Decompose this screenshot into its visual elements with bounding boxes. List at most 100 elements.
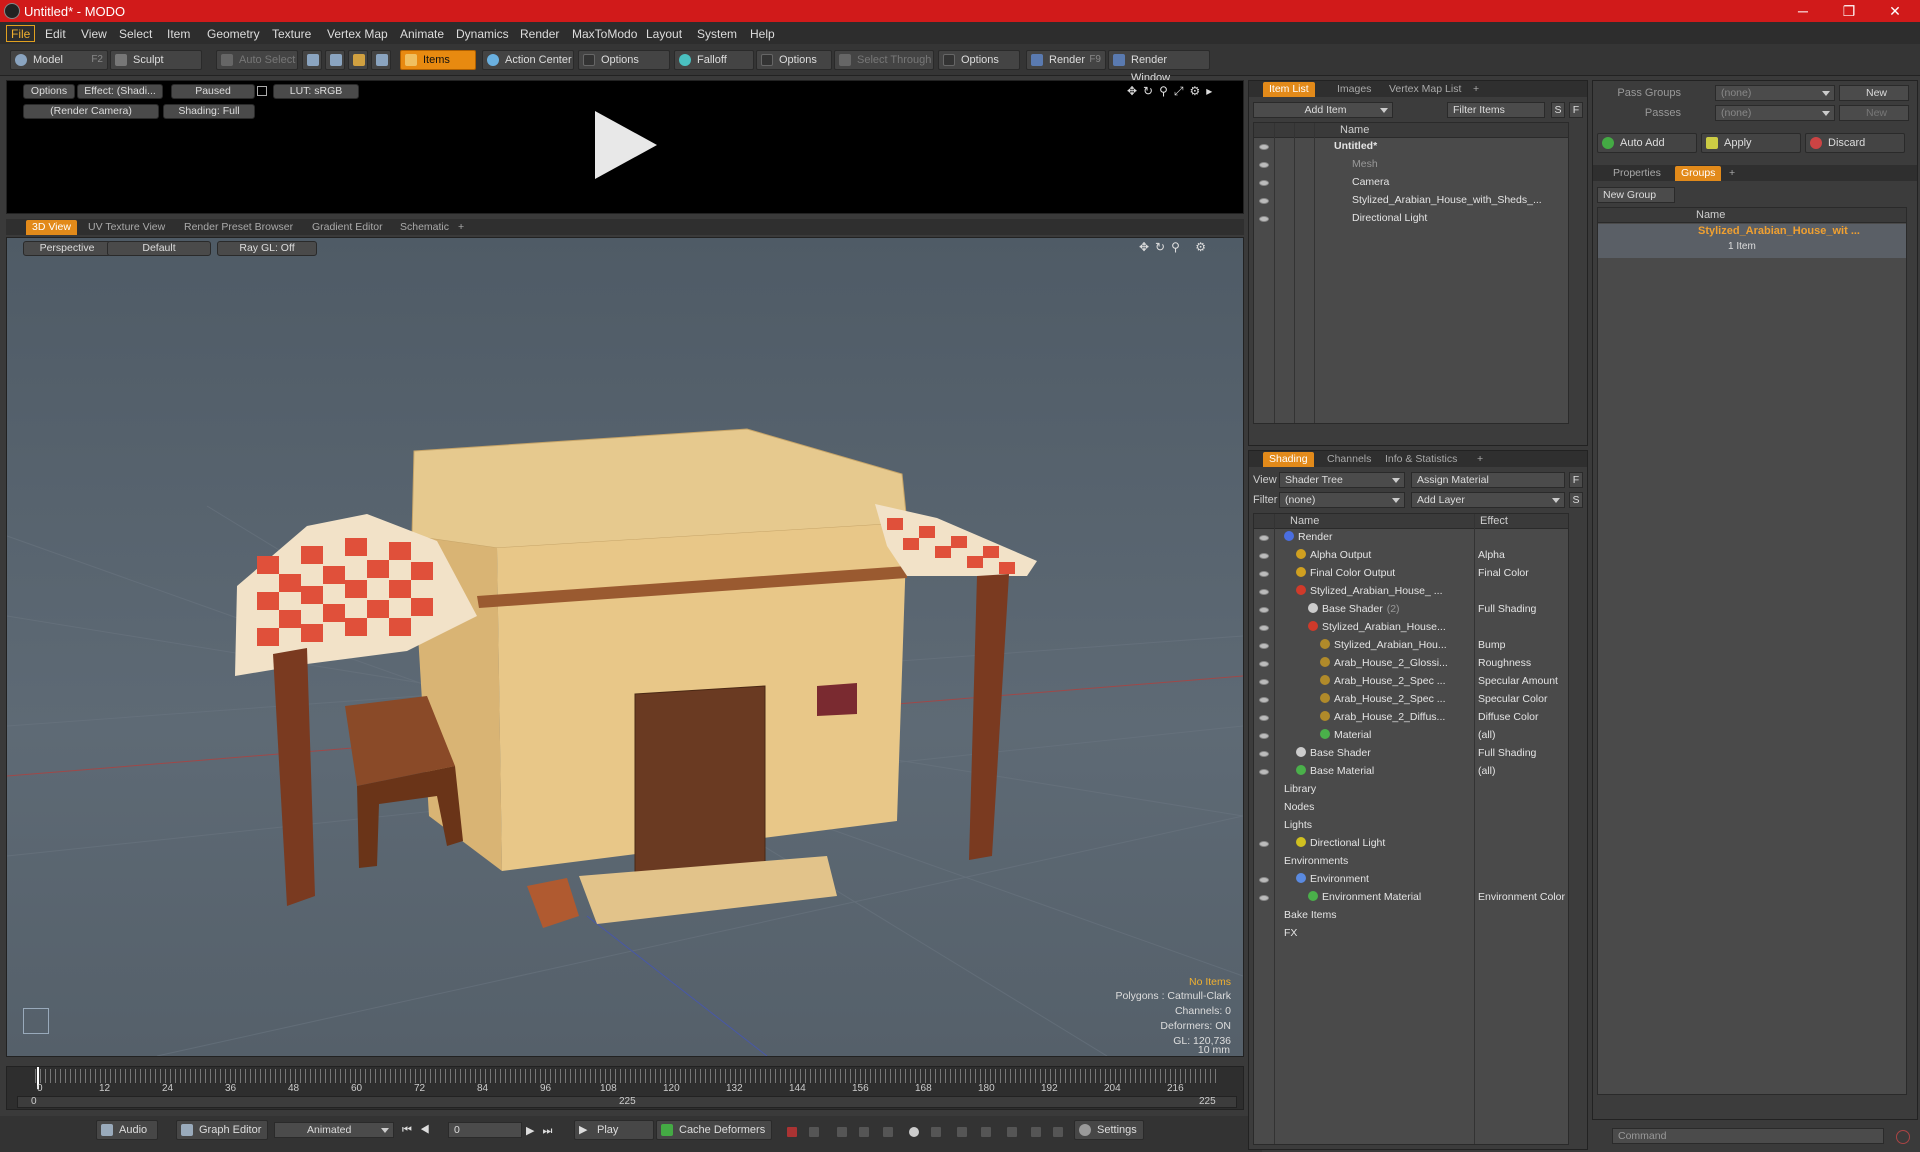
close-button[interactable]: ✕ bbox=[1872, 0, 1918, 22]
menu-maxtomodo[interactable]: MaxToModo bbox=[567, 25, 642, 42]
current-frame-field[interactable]: 0 bbox=[448, 1122, 522, 1138]
shader-tree-row[interactable]: FX bbox=[1284, 926, 1472, 941]
projection-dropdown[interactable]: Perspective bbox=[23, 241, 111, 256]
visibility-eye-icon[interactable] bbox=[1259, 535, 1269, 541]
shader-tree-row[interactable]: Nodes bbox=[1284, 800, 1472, 815]
visibility-eye-icon[interactable] bbox=[1259, 589, 1269, 595]
record-key-icon[interactable] bbox=[786, 1126, 798, 1138]
key-icon[interactable] bbox=[882, 1126, 894, 1138]
new-pass-button[interactable]: New bbox=[1839, 105, 1909, 121]
audio-button[interactable]: Audio bbox=[96, 1120, 158, 1140]
item-list-row[interactable]: Camera bbox=[1352, 175, 1564, 190]
tab-images[interactable]: Images bbox=[1331, 82, 1377, 97]
menu-item[interactable]: Item bbox=[162, 25, 195, 42]
visibility-eye-icon[interactable] bbox=[1259, 895, 1269, 901]
menu-system[interactable]: System bbox=[692, 25, 742, 42]
effect-dropdown[interactable]: Effect: (Shadi... bbox=[77, 84, 163, 99]
menu-animate[interactable]: Animate bbox=[395, 25, 449, 42]
shader-effect-dropdown[interactable]: Diffuse Color bbox=[1478, 710, 1539, 725]
animated-dropdown[interactable]: Animated bbox=[274, 1122, 394, 1138]
visibility-eye-icon[interactable] bbox=[1259, 162, 1269, 168]
visibility-eye-icon[interactable] bbox=[1259, 144, 1269, 150]
shader-effect-dropdown[interactable]: Final Color bbox=[1478, 566, 1529, 581]
shader-effect-dropdown[interactable]: Specular Color bbox=[1478, 692, 1547, 707]
model-mode-button[interactable]: Model F2 bbox=[10, 50, 108, 70]
action-center-options-button[interactable]: Options bbox=[578, 50, 670, 70]
audio-sync-icon[interactable] bbox=[1006, 1126, 1018, 1138]
shader-tree-row[interactable]: Stylized_Arabian_House... bbox=[1308, 620, 1472, 635]
shader-tree-row[interactable]: Environment Material bbox=[1308, 890, 1472, 905]
visibility-eye-icon[interactable] bbox=[1259, 841, 1269, 847]
filter-s-button[interactable]: S bbox=[1551, 102, 1565, 118]
visibility-eye-icon[interactable] bbox=[1259, 877, 1269, 883]
group-row[interactable]: Stylized_Arabian_House_wit ... 1 Item bbox=[1598, 224, 1906, 258]
item-list-row[interactable]: Stylized_Arabian_House_with_Sheds_... bbox=[1352, 193, 1564, 208]
visibility-eye-icon[interactable] bbox=[1259, 625, 1269, 631]
play-icon[interactable] bbox=[595, 111, 657, 179]
shader-tree-row[interactable]: Arab_House_2_Glossi... bbox=[1320, 656, 1472, 671]
shader-tree-row[interactable]: Lights bbox=[1284, 818, 1472, 833]
preview-view-controls[interactable]: ✥↻⚲⤢⚙▸ bbox=[1127, 84, 1237, 98]
timeline[interactable]: 0 12 24 36 48 60 72 84 96 108 120 132 14… bbox=[6, 1066, 1244, 1110]
falloff-button[interactable]: Falloff bbox=[674, 50, 754, 70]
visibility-eye-icon[interactable] bbox=[1259, 769, 1269, 775]
shader-effect-dropdown[interactable]: Environment Color bbox=[1478, 890, 1565, 905]
menu-vertex-map[interactable]: Vertex Map bbox=[322, 25, 393, 42]
shader-effect-dropdown[interactable]: Full Shading bbox=[1478, 602, 1536, 617]
filter-f-button[interactable]: F bbox=[1569, 102, 1583, 118]
filter-items-field[interactable]: Filter Items bbox=[1447, 102, 1545, 118]
minimize-button[interactable]: ─ bbox=[1780, 0, 1826, 22]
add-tab-button[interactable]: + bbox=[452, 220, 470, 235]
view-dropdown[interactable]: Shader Tree bbox=[1279, 472, 1405, 488]
shader-tree-row[interactable]: Render bbox=[1284, 530, 1472, 545]
visibility-eye-icon[interactable] bbox=[1259, 697, 1269, 703]
next-key-icon[interactable] bbox=[858, 1126, 870, 1138]
discard-button[interactable]: Discard bbox=[1805, 133, 1905, 153]
shader-effect-dropdown[interactable]: (all) bbox=[1478, 728, 1496, 743]
menu-view[interactable]: View bbox=[76, 25, 112, 42]
select-through-button[interactable]: Select Through bbox=[834, 50, 934, 70]
3d-viewport[interactable]: Perspective Default Ray GL: Off ✥↻⚲ ⚙ No… bbox=[6, 237, 1244, 1057]
shader-effect-dropdown[interactable]: Specular Amount bbox=[1478, 674, 1558, 689]
shader-effect-dropdown[interactable]: Alpha bbox=[1478, 548, 1505, 563]
cache-deformers-button[interactable]: Cache Deformers bbox=[656, 1120, 772, 1140]
menu-edit[interactable]: Edit bbox=[40, 25, 71, 42]
render-camera-dropdown[interactable]: (Render Camera) bbox=[23, 104, 159, 119]
lock-icon[interactable] bbox=[257, 86, 267, 96]
keyframe-options-icon[interactable] bbox=[930, 1126, 942, 1138]
menu-file[interactable]: File bbox=[6, 25, 36, 42]
polygons-mode-button[interactable] bbox=[348, 50, 368, 70]
preview-options-button[interactable]: Options bbox=[23, 84, 75, 99]
paused-button[interactable]: Paused bbox=[171, 84, 255, 99]
tab-3d-view[interactable]: 3D View bbox=[26, 220, 77, 235]
visibility-eye-icon[interactable] bbox=[1259, 751, 1269, 757]
tab-properties[interactable]: Properties bbox=[1607, 166, 1667, 181]
tab-uv-texture-view[interactable]: UV Texture View bbox=[82, 220, 171, 235]
items-mode-button[interactable]: Items bbox=[400, 50, 476, 70]
visibility-eye-icon[interactable] bbox=[1259, 643, 1269, 649]
item-list-row[interactable]: Directional Light bbox=[1352, 211, 1564, 226]
command-history-icon[interactable] bbox=[1896, 1130, 1910, 1144]
shader-effect-dropdown[interactable]: (all) bbox=[1478, 764, 1496, 779]
frame-forward-controls[interactable]: ▶⏭ bbox=[526, 1124, 572, 1138]
visibility-eye-icon[interactable] bbox=[1259, 553, 1269, 559]
record-icon[interactable] bbox=[908, 1126, 920, 1138]
add-tab-button[interactable]: + bbox=[1467, 82, 1485, 97]
raygl-dropdown[interactable]: Ray GL: Off bbox=[217, 241, 317, 256]
item-list-row[interactable]: Mesh bbox=[1352, 157, 1564, 172]
add-tab-button[interactable]: + bbox=[1471, 452, 1489, 467]
visibility-eye-icon[interactable] bbox=[1259, 733, 1269, 739]
auto-key-icon[interactable] bbox=[808, 1126, 820, 1138]
visibility-eye-icon[interactable] bbox=[1259, 198, 1269, 204]
lut-dropdown[interactable]: LUT: sRGB bbox=[273, 84, 359, 99]
select-through-options-button[interactable]: Options bbox=[938, 50, 1020, 70]
auto-select-button[interactable]: Auto Select bbox=[216, 50, 298, 70]
graph-editor-button[interactable]: Graph Editor bbox=[176, 1120, 268, 1140]
play-button[interactable]: ▶ Play bbox=[574, 1120, 654, 1140]
menu-select[interactable]: Select bbox=[114, 25, 157, 42]
visibility-eye-icon[interactable] bbox=[1259, 661, 1269, 667]
render-button[interactable]: Render F9 bbox=[1026, 50, 1106, 70]
shader-tree-row[interactable]: Directional Light bbox=[1296, 836, 1472, 851]
tab-gradient-editor[interactable]: Gradient Editor bbox=[306, 220, 389, 235]
visibility-eye-icon[interactable] bbox=[1259, 180, 1269, 186]
